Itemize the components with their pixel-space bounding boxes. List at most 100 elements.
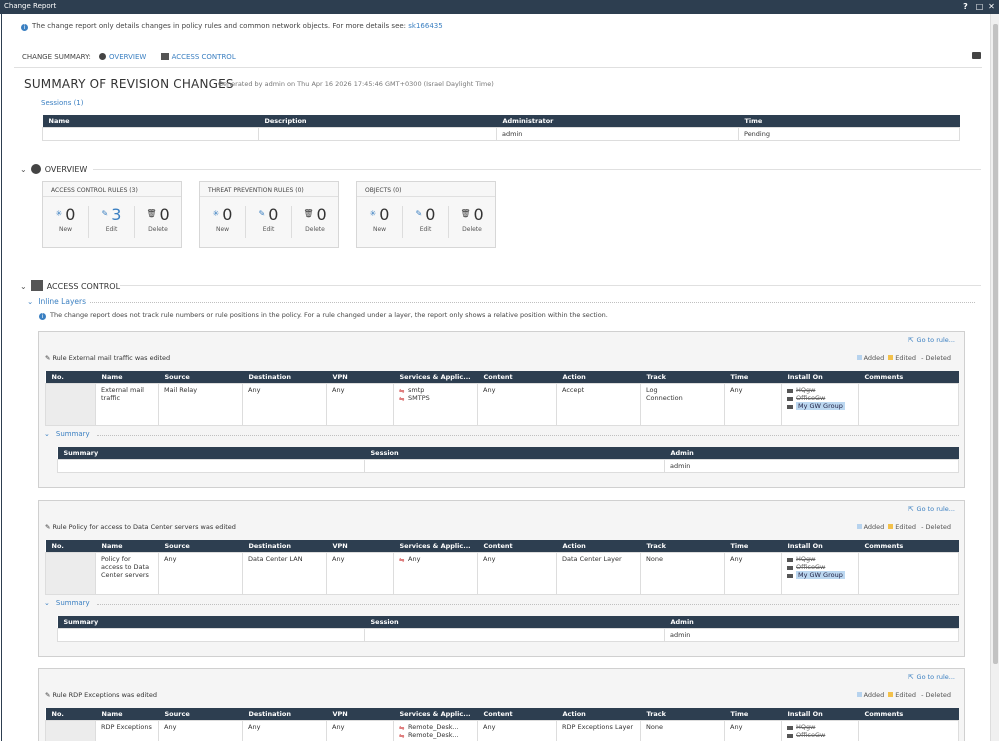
col-header: Services & Applic... (393, 708, 478, 720)
access-control-tab[interactable]: ACCESS CONTROL (160, 53, 242, 61)
summary-toggle[interactable]: ⌄ Summary (44, 430, 90, 438)
col-header: Comments (858, 371, 959, 383)
summary-table: Summary Session Admin admin (57, 447, 959, 473)
info-icon: i (39, 313, 46, 320)
table-row[interactable]: External mail traffic Mail Relay Any Any… (45, 382, 959, 426)
table-row[interactable]: admin (57, 627, 959, 642)
rule-panel: ⇱ Go to rule... ✎ Rule Policy for access t… (38, 500, 965, 657)
rule-destination: Data Center LAN (242, 551, 327, 595)
service-icon: ⇋ (399, 555, 405, 564)
gateway-icon (787, 733, 793, 738)
maximize-icon[interactable]: □ (975, 2, 984, 11)
overview-header[interactable]: ⌄ OVERVIEW (20, 164, 87, 174)
info-banner: i The change report only details changes … (21, 22, 443, 31)
access-control-icon (30, 280, 43, 291)
gateway-icon (787, 725, 793, 730)
chevron-down-icon: ⌄ (44, 430, 50, 438)
rule-name: External mail traffic (95, 382, 159, 426)
rule-services: ⇋ Any (393, 551, 478, 595)
divider (14, 67, 982, 68)
rule-panel: ⇱ Go to rule... ✎ Rule RDP Exceptions was … (38, 668, 965, 741)
edited-swatch (888, 692, 894, 697)
col-header: No. (45, 708, 96, 720)
chevron-down-icon: ⌄ (27, 297, 34, 306)
table-row[interactable]: RDP Exceptions Any Any Any ⇋ Remote_Desk.… (45, 719, 959, 741)
external-link-icon: ⇱ (908, 336, 914, 344)
external-link-icon: ⇱ (908, 505, 914, 513)
change-legend: Added Edited - Deleted (853, 523, 951, 531)
rule-content: Any (477, 719, 557, 741)
overview-tab[interactable]: OVERVIEW (99, 53, 152, 61)
scrollbar[interactable] (990, 14, 999, 741)
sessions-link[interactable]: Sessions (1) (41, 99, 84, 107)
gateway-icon (787, 565, 793, 570)
col-description: Description (258, 115, 497, 127)
table-row[interactable]: Policy for access to Data Center servers… (45, 551, 959, 595)
inline-layers-toggle[interactable]: ⌄ Inline Layers (27, 297, 86, 306)
rule-time: Any (724, 551, 782, 595)
chevron-down-icon: ⌄ (44, 599, 50, 607)
rule-services: ⇋ Remote_Desk... ⇋ Remote_Desk... (393, 719, 478, 741)
service-icon: ⇋ (399, 731, 405, 740)
divider (90, 302, 975, 303)
rule-source: Mail Relay (158, 382, 243, 426)
col-header: Content (477, 708, 557, 720)
col-header: No. (45, 540, 96, 552)
col-header: Install On (781, 708, 859, 720)
col-header: Services & Applic... (393, 371, 478, 383)
rule-track: Log Connection (640, 382, 725, 426)
pencil-icon: ✎ (45, 691, 51, 699)
globe-icon (99, 53, 107, 60)
added-swatch (856, 355, 862, 360)
print-icon[interactable] (972, 52, 981, 59)
go-to-rule-link[interactable]: ⇱ Go to rule... (908, 336, 955, 344)
rule-services: ⇋ smtp ⇋ SMTPS (393, 382, 478, 426)
change-summary-bar: CHANGE SUMMARY: OVERVIEW ACCESS CONTROL (22, 53, 248, 61)
col-header: Install On (781, 540, 859, 552)
added-swatch (856, 524, 862, 529)
sk-link[interactable]: sk166435 (408, 22, 442, 30)
rule-title: ✎ Rule Policy for access to Data Center s… (45, 523, 236, 531)
gateway-icon (787, 388, 793, 393)
rule-install-on: HQgw OfficeGw (781, 719, 859, 741)
col-header: Destination (242, 371, 327, 383)
rule-install-on: HQgw OfficeGw My GW Group (781, 382, 859, 426)
globe-icon (30, 164, 41, 174)
col-header: Track (640, 540, 725, 552)
rule-name: Policy for access to Data Center servers (95, 551, 159, 595)
col-header: Time (724, 371, 782, 383)
col-header: Services & Applic... (393, 540, 478, 552)
access-control-icon (160, 53, 169, 60)
external-link-icon: ⇱ (908, 673, 914, 681)
threat-prevention-rules-card: THREAT PREVENTION RULES (0) ✳ 0 New ✎ 0 Edit… (199, 181, 339, 248)
col-name: Name (42, 115, 259, 127)
col-header: Source (158, 371, 243, 383)
sessions-table: Name Description Administrator Time admi… (42, 115, 960, 141)
gateway-icon (787, 396, 793, 401)
col-header: Source (158, 708, 243, 720)
table-row[interactable]: admin Pending (42, 126, 960, 141)
scrollbar-thumb[interactable] (993, 24, 998, 664)
rule-table: No. Name Source Destination VPN Services & Ap… (45, 540, 959, 595)
divider (93, 169, 981, 170)
access-control-header[interactable]: ⌄ ACCESS CONTROL (20, 280, 120, 291)
rule-number (45, 382, 96, 426)
go-to-rule-link[interactable]: ⇱ Go to rule... (908, 673, 955, 681)
close-icon[interactable]: ✕ (987, 2, 996, 11)
help-icon[interactable]: ? (961, 2, 970, 11)
go-to-rule-link[interactable]: ⇱ Go to rule... (908, 505, 955, 513)
access-control-rules-card: ACCESS CONTROL RULES (3) ✳ 0 New ✎ 3 Edit 🗑 0… (42, 181, 182, 248)
col-header: Name (95, 708, 159, 720)
rule-install-on: HQgw OfficeGw My GW Group (781, 551, 859, 595)
rule-action: Data Center Layer (556, 551, 641, 595)
table-row[interactable]: admin (57, 458, 959, 473)
rule-table: No. Name Source Destination VPN Services & Ap… (45, 708, 959, 741)
info-icon: i (21, 24, 28, 31)
summary-toggle[interactable]: ⌄ Summary (44, 599, 90, 607)
divider (120, 285, 981, 286)
col-header: Comments (858, 540, 959, 552)
inline-layers-note: i The change report does not track rule n… (39, 311, 608, 320)
service-icon: ⇋ (399, 394, 405, 403)
rule-comments (858, 382, 959, 426)
rule-name: RDP Exceptions (95, 719, 159, 741)
